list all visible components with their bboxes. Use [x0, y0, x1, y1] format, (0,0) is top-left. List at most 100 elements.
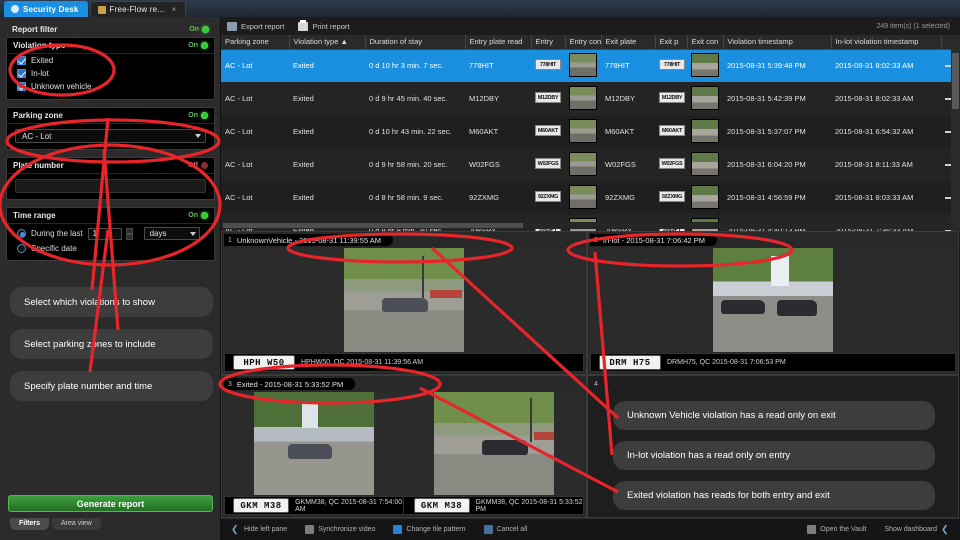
cell-exit-context	[687, 148, 723, 182]
scrollbar-thumb[interactable]	[952, 53, 959, 109]
plate-crop-image: 778HIT	[659, 59, 685, 70]
tile-1-video[interactable]	[224, 248, 584, 352]
plate-number-off-label: Off	[187, 162, 198, 169]
video-tile-3[interactable]: 3 Exited - 2015-08-31 5:33:52 PM GKM M38…	[221, 375, 587, 518]
table-row[interactable]: AC - Lot Exited 0 d 8 hr 58 min. 9 sec. …	[221, 181, 960, 215]
synchronize-video-button[interactable]: Synchronize video	[305, 525, 375, 534]
report-results-area: Export report Print report 249 item(s) (…	[221, 17, 960, 248]
plate-number-input[interactable]	[15, 179, 206, 193]
cell-violation-timestamp: 2015-08-31 4:56:59 PM	[723, 181, 831, 215]
col-duration-of-stay[interactable]: Duration of stay	[365, 35, 466, 50]
checkbox-in-lot[interactable]: In-lot	[7, 67, 214, 80]
violation-type-toggle[interactable]: On	[188, 42, 208, 49]
parking-zone-value: AC - Lot	[22, 131, 52, 141]
table-horizontal-scrollbar[interactable]	[221, 222, 951, 229]
checkbox-icon[interactable]	[17, 69, 26, 78]
chevron-down-icon[interactable]	[189, 231, 196, 236]
time-range-toggle[interactable]: On	[188, 212, 208, 219]
cell-violation-type: Exited	[289, 181, 365, 215]
tile-3-video-exit[interactable]	[404, 392, 584, 495]
col-violation-timestamp[interactable]: Violation timestamp	[723, 35, 832, 50]
parking-zone-toggle[interactable]: On	[188, 112, 208, 119]
col-spacer	[941, 35, 960, 50]
video-tile-2[interactable]: 2 In-lot - 2015-08-31 7:06:42 PM DRM H75…	[587, 231, 959, 375]
radio-specific-date[interactable]: Specific date	[7, 241, 214, 254]
table-row[interactable]: AC - Lot Exited 0 d 10 hr 43 min. 22 sec…	[221, 115, 960, 149]
open-the-vault-label: Open the Vault	[820, 526, 867, 533]
report-filter-toggle[interactable]: On	[189, 26, 209, 33]
checkbox-icon[interactable]	[17, 82, 26, 91]
tile-3-caption-exit: GKM M38 GKMM38, QC 2015-08-31 5:33:52 PM	[410, 497, 584, 514]
col-inlot-violation-timestamp[interactable]: In-lot violation timestamp	[831, 35, 942, 50]
video-tile-1[interactable]: 1 UnknownVehicle - 2015-08-31 11:39:55 A…	[221, 231, 587, 375]
tile-1-body[interactable]	[224, 248, 584, 352]
hide-left-pane-button[interactable]: ❮ Hide left pane	[231, 525, 287, 534]
print-report-button[interactable]: Print report	[298, 19, 349, 31]
table-row[interactable]: AC - Lot Exited 0 d 9 hr 45 min. 40 sec.…	[221, 82, 960, 116]
tile-3-caption-exit-text: GKMM38, QC 2015-08-31 5:33:52 PM	[475, 498, 583, 513]
cell-entry-crop: 92ZXMG	[531, 181, 565, 215]
chevron-left-icon: ❮	[231, 524, 239, 534]
tab-area-view[interactable]: Area view	[52, 518, 101, 530]
cell-entry-plate: 92ZXMG	[465, 181, 531, 215]
tile-2-video[interactable]	[590, 248, 956, 352]
plate-image: DRM H75	[599, 355, 661, 370]
duration-stepper[interactable]: 1	[87, 227, 122, 240]
col-violation-type[interactable]: Violation type ▲	[289, 35, 366, 50]
checkbox-icon[interactable]	[17, 56, 26, 65]
parking-zone-dropdown[interactable]: AC - Lot	[15, 129, 206, 143]
cell-entry-plate: M60AKT	[465, 115, 531, 149]
radio-icon[interactable]	[17, 229, 26, 238]
show-dashboard-button[interactable]: Show dashboard ❮	[884, 525, 950, 534]
cell-entry-context	[565, 148, 601, 182]
tile-2-title: In-lot - 2015-08-31 7:06:42 PM	[602, 235, 706, 245]
cancel-all-button[interactable]: Cancel all	[483, 525, 527, 534]
checkbox-exited[interactable]: Exited	[7, 54, 214, 67]
plate-image: GKM M38	[413, 498, 470, 513]
tile-3-video-entry[interactable]	[224, 392, 404, 495]
plate-crop-image: 778HIT	[535, 59, 561, 70]
table-row[interactable]: AC - Lot Exited 0 d 10 hr 3 min. 7 sec. …	[221, 49, 960, 83]
tile-3-caption: GKM M38 GKMM38, QC 2015-08-31 7:54:00 AM…	[224, 496, 584, 515]
tab-security-desk[interactable]: Security Desk	[4, 1, 88, 17]
chevron-down-icon[interactable]	[195, 134, 201, 138]
report-filter-on-label: On	[189, 26, 199, 33]
col-entry-context[interactable]: Entry cont	[565, 35, 602, 50]
checkbox-unknown-vehicle[interactable]: Unknown vehicle	[7, 80, 214, 93]
cell-exit-crop: W02FGS	[655, 148, 687, 182]
time-unit-dropdown[interactable]: days	[143, 227, 200, 240]
checkbox-exited-label: Exited	[31, 56, 54, 65]
cell-exit-context	[687, 115, 723, 149]
col-entry[interactable]: Entry	[531, 35, 566, 50]
cell-exit-plate: M60AKT	[601, 115, 655, 149]
cell-violation-timestamp: 2015-08-31 5:37:07 PM	[723, 115, 831, 149]
plate-number-toggle[interactable]: Off	[188, 162, 208, 169]
close-icon[interactable]: ×	[172, 5, 177, 14]
col-entry-plate-read[interactable]: Entry plate read	[465, 35, 532, 50]
radio-during-the-last[interactable]: During the last 1 days	[7, 224, 214, 241]
tile-3-body[interactable]	[224, 392, 584, 495]
tile-2-body[interactable]	[590, 248, 956, 352]
col-exit-p[interactable]: Exit p	[655, 35, 688, 50]
open-the-vault-button[interactable]: Open the Vault	[807, 525, 866, 534]
radio-icon[interactable]	[17, 244, 26, 253]
table-vertical-scrollbar[interactable]	[951, 49, 960, 246]
cell-duration: 0 d 8 hr 58 min. 9 sec.	[365, 181, 465, 215]
cell-parking-zone: AC - Lot	[221, 148, 289, 182]
tab-free-flow-report[interactable]: Free-Flow re... ×	[89, 1, 187, 17]
context-thumbnail	[569, 184, 597, 209]
col-exit-plate[interactable]: Exit plate	[601, 35, 656, 50]
table-row[interactable]: AC - Lot Exited 0 d 9 hr 58 min. 20 sec.…	[221, 148, 960, 182]
export-report-button[interactable]: Export report	[227, 21, 285, 31]
col-parking-zone[interactable]: Parking zone	[221, 35, 290, 50]
generate-report-button[interactable]: Generate report	[8, 495, 213, 512]
tab-filters[interactable]: Filters	[10, 518, 50, 530]
change-tile-pattern-button[interactable]: Change tile pattern	[393, 525, 466, 534]
sync-icon	[305, 525, 315, 534]
free-flow-report-window: Security Desk Free-Flow re... × Report f…	[0, 0, 960, 540]
scrollbar-thumb[interactable]	[223, 223, 523, 228]
stepper-buttons[interactable]	[125, 227, 133, 240]
col-exit-context[interactable]: Exit con	[687, 35, 724, 50]
context-thumbnail	[691, 184, 719, 209]
export-report-label: Export report	[241, 21, 285, 31]
